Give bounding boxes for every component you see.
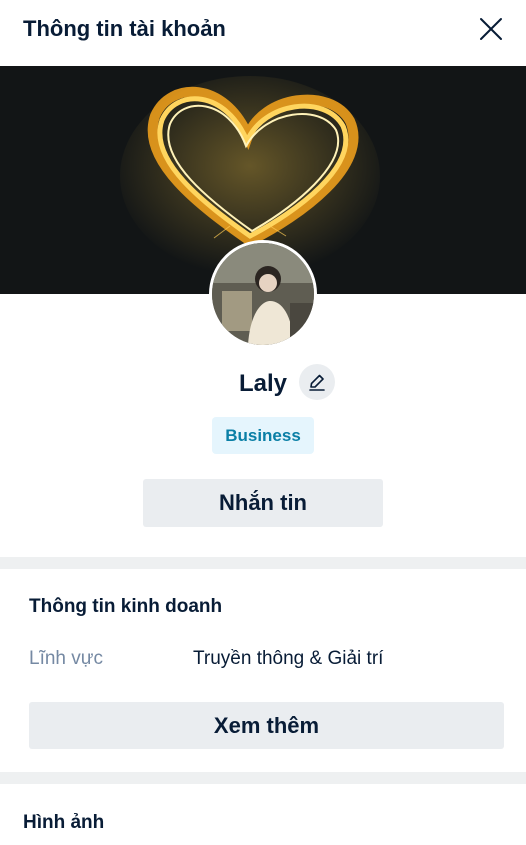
dialog-header: Thông tin tài khoản	[0, 0, 526, 62]
section-divider	[0, 772, 526, 784]
avatar[interactable]	[209, 240, 317, 348]
section-divider	[0, 557, 526, 569]
close-button[interactable]	[474, 12, 508, 46]
see-more-button[interactable]: Xem thêm	[29, 702, 504, 749]
business-info-title: Thông tin kinh doanh	[29, 596, 223, 617]
pencil-icon	[309, 374, 325, 391]
images-section-title: Hình ảnh	[23, 812, 105, 833]
business-badge: Business	[212, 417, 314, 454]
profile-name: Laly	[239, 370, 288, 397]
dialog-title: Thông tin tài khoản	[23, 16, 226, 41]
profile-name-row: Laly	[0, 364, 526, 408]
edit-name-button[interactable]	[299, 364, 335, 400]
avatar-photo	[212, 243, 314, 345]
message-button[interactable]: Nhắn tin	[143, 479, 383, 527]
close-icon	[480, 18, 502, 40]
field-label-industry: Lĩnh vực	[29, 648, 103, 669]
field-value-industry: Truyền thông & Giải trí	[193, 648, 384, 669]
